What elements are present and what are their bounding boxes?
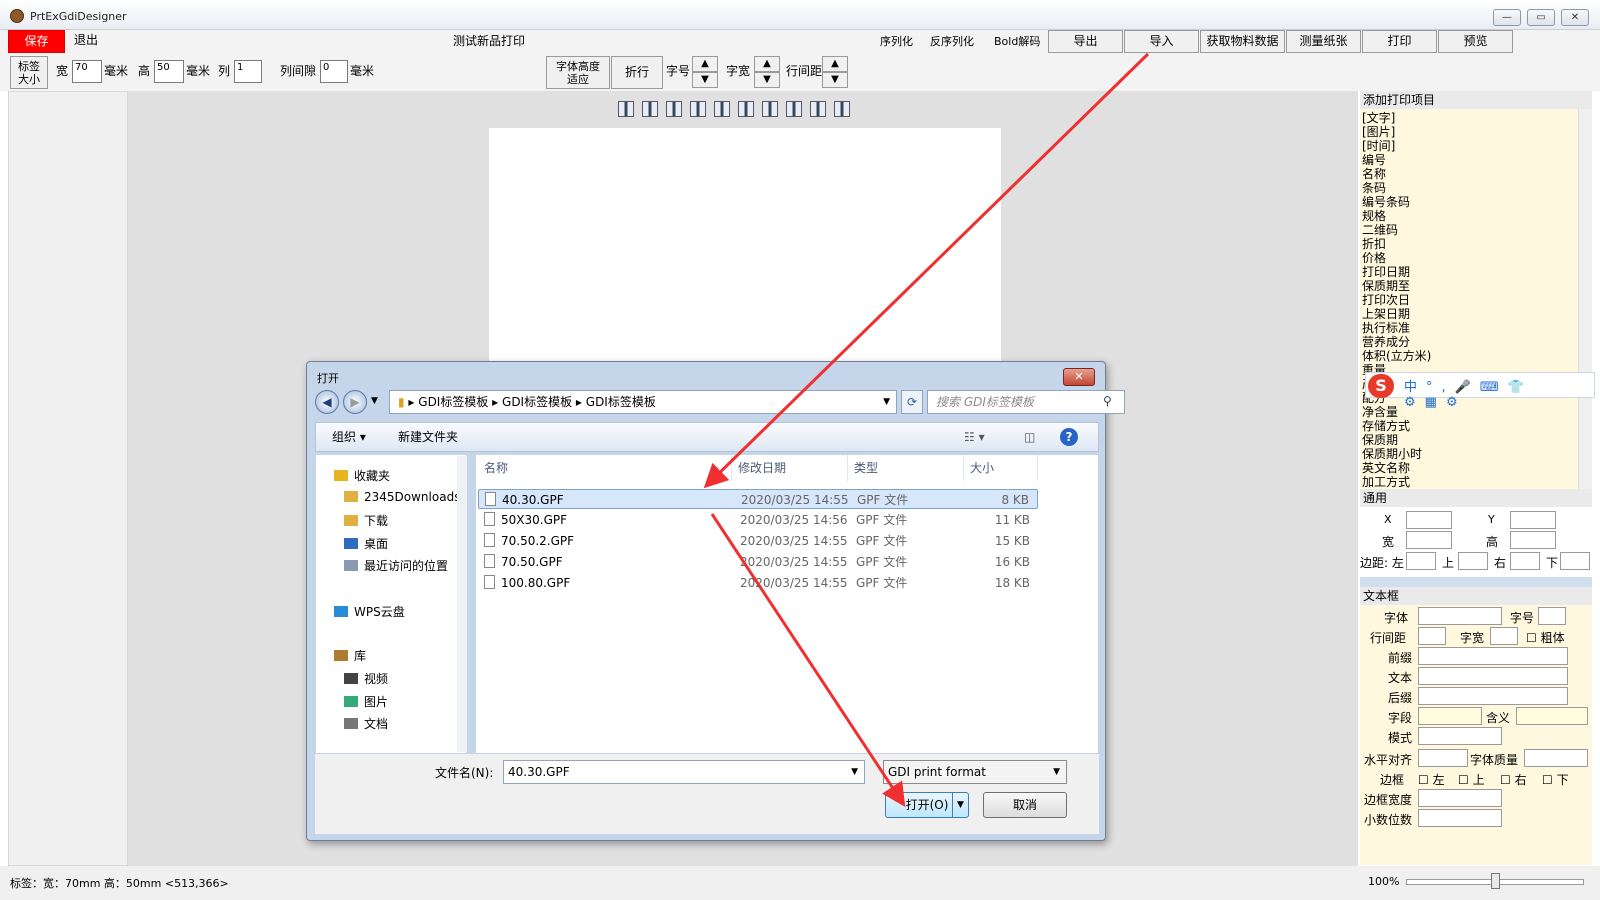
arrow-import-to-file [703,52,1150,489]
arrow-file-to-open [710,513,906,808]
annotation-arrows [703,52,1150,808]
